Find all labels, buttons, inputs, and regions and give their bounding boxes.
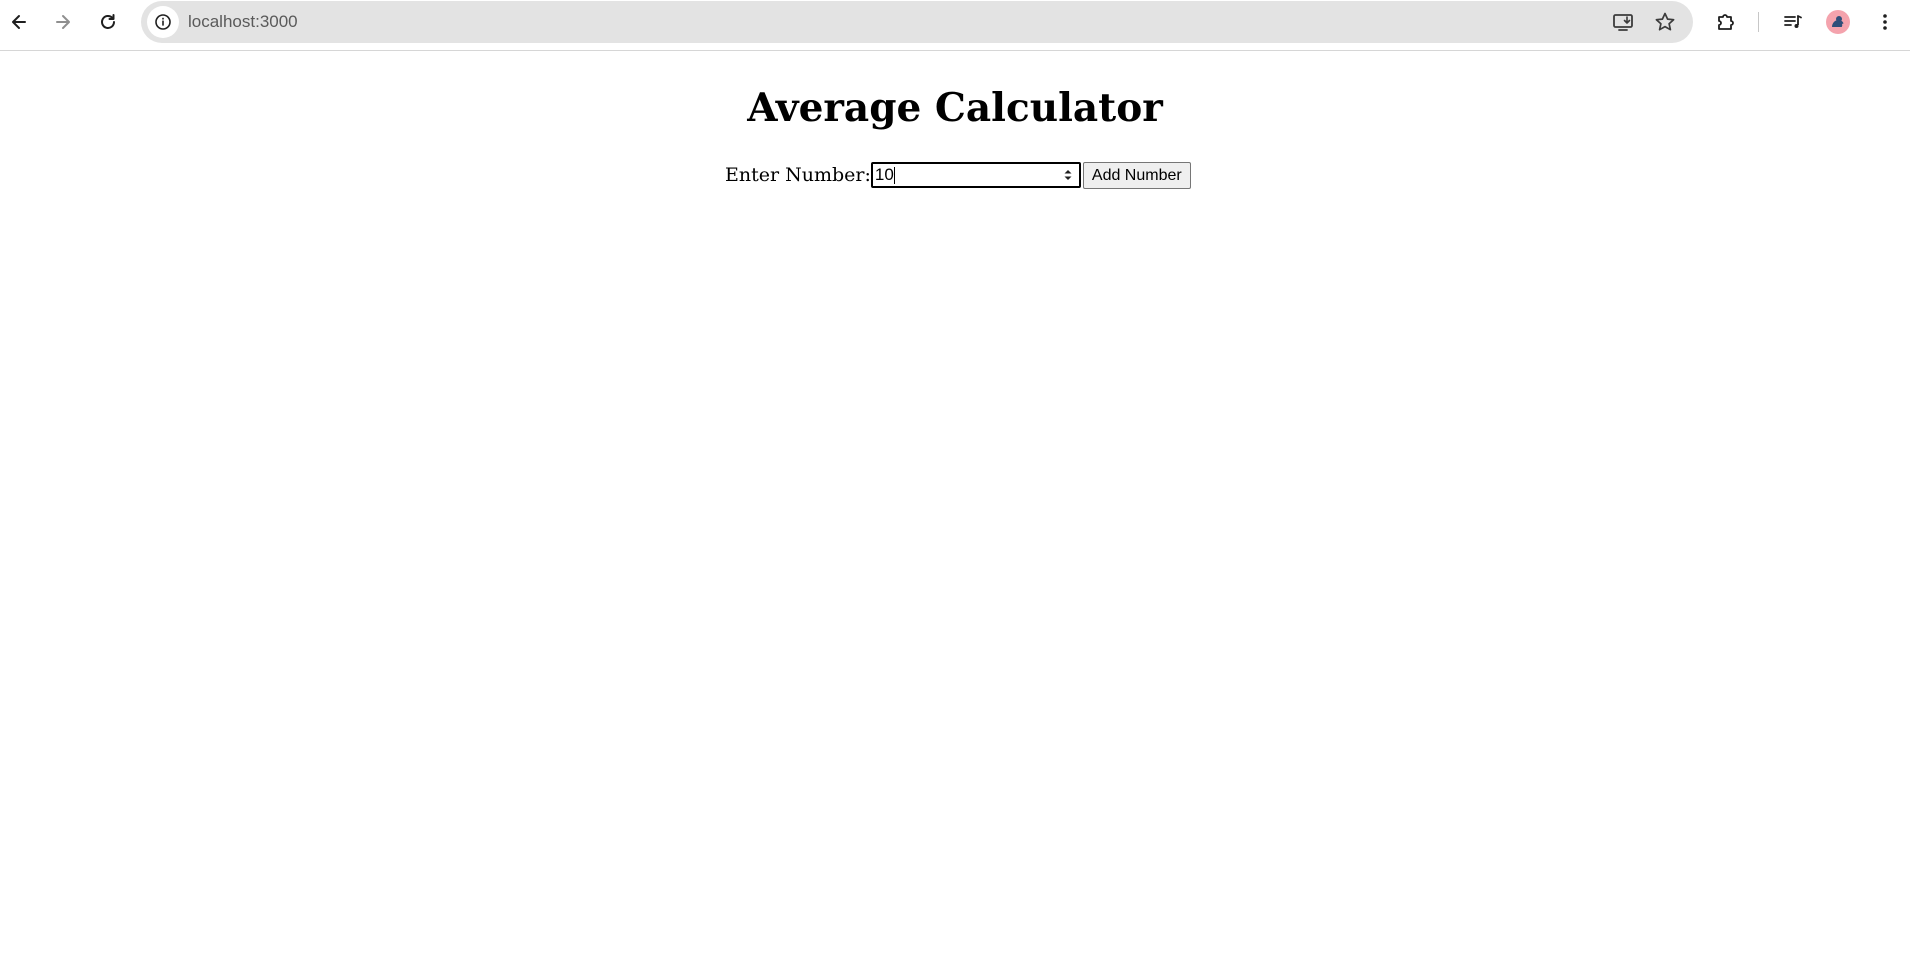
install-app-button[interactable] [1609,8,1637,36]
extensions-button[interactable] [1708,4,1744,40]
url-text[interactable]: localhost:3000 [188,12,298,32]
text-caret [893,166,895,184]
media-queue-icon [1784,15,1802,28]
browser-toolbar: localhost:3000 [0,0,1910,51]
avatar[interactable] [1826,10,1850,34]
page-title: Average Calculator [747,85,1163,131]
media-button[interactable] [1775,4,1811,40]
puzzle-icon [1718,14,1734,30]
spinner-arrows-icon[interactable] [1063,167,1073,183]
kebab-menu-icon [1883,14,1887,30]
profile-avatar-icon [1832,16,1844,27]
number-form: Enter Number: 10 Add Number [725,161,1191,189]
number-label: Enter Number: [725,164,871,186]
install-app-icon [1613,14,1633,31]
site-info-button[interactable] [147,6,179,38]
toolbar-divider [1758,12,1759,32]
reload-icon [101,14,115,29]
reload-button[interactable] [90,4,126,40]
number-input-value[interactable]: 10 [873,165,894,185]
bookmark-button[interactable] [1651,8,1679,36]
star-icon [1655,12,1675,31]
add-number-button[interactable]: Add Number [1082,161,1191,189]
forward-button[interactable] [45,4,81,40]
number-input[interactable]: 10 [870,162,1081,188]
address-bar[interactable]: localhost:3000 [141,1,1693,43]
back-button[interactable] [1,4,37,40]
arrow-right-icon [56,15,70,29]
arrow-left-icon [12,15,26,29]
browser-menu-button[interactable] [1867,4,1903,40]
info-icon [155,14,171,30]
